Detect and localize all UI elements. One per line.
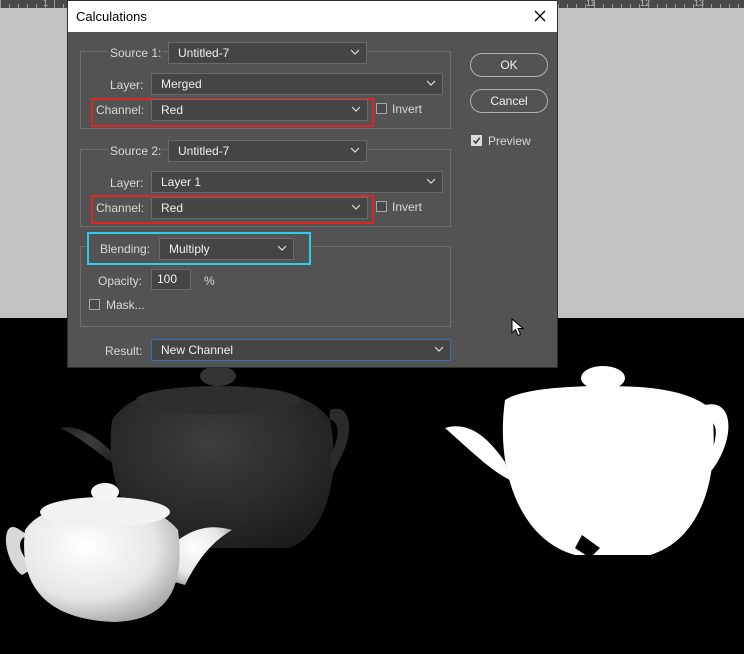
result-dropdown[interactable]: New Channel [151, 339, 451, 361]
preview-checkbox[interactable] [471, 135, 482, 146]
channel2-value: Red [161, 201, 184, 215]
layer1-label: Layer: [110, 78, 144, 92]
chevron-down-icon [351, 204, 361, 210]
invert1-checkbox[interactable] [376, 103, 387, 114]
channel2-label: Channel: [96, 201, 145, 215]
close-icon[interactable] [529, 5, 551, 27]
opacity-input[interactable]: 100 [151, 269, 191, 290]
channel1-value: Red [161, 103, 184, 117]
source1-value: Untitled-7 [178, 46, 230, 60]
white-silhouette [445, 366, 729, 558]
layer1-dropdown[interactable]: Merged [151, 73, 443, 95]
source1-dropdown[interactable]: Untitled-7 [168, 42, 367, 64]
mouse-cursor-icon [511, 318, 525, 337]
chevron-down-icon [351, 106, 361, 112]
channel1-dropdown[interactable]: Red [151, 99, 368, 121]
chevron-down-icon [277, 245, 287, 251]
calculations-dialog: Calculations Source 1: Untitled-7 Layer:… [67, 0, 558, 368]
opacity-unit: % [204, 274, 215, 288]
invert2-checkbox[interactable] [376, 201, 387, 212]
source2-label: Source 2: [108, 144, 164, 158]
layer1-value: Merged [161, 77, 202, 91]
layer2-dropdown[interactable]: Layer 1 [151, 171, 443, 193]
channel1-label: Channel: [96, 103, 145, 117]
invert2-label: Invert [392, 200, 423, 214]
cancel-button[interactable]: Cancel [470, 89, 548, 113]
blending-dropdown[interactable]: Multiply [159, 238, 294, 260]
chevron-down-icon [350, 147, 360, 153]
mask-label: Mask... [106, 298, 145, 312]
source2-dropdown[interactable]: Untitled-7 [168, 140, 367, 162]
chevron-down-icon [426, 80, 436, 86]
result-label: Result: [105, 344, 143, 358]
chevron-down-icon [350, 49, 360, 55]
preview-label: Preview [488, 134, 531, 148]
blending-label: Blending: [100, 242, 151, 256]
blending-value: Multiply [169, 242, 210, 256]
title-bar: Calculations [68, 1, 557, 32]
channel2-dropdown[interactable]: Red [151, 197, 368, 219]
source1-label: Source 1: [108, 46, 164, 60]
result-value: New Channel [161, 343, 234, 357]
mask-checkbox[interactable] [89, 299, 100, 310]
ok-button[interactable]: OK [470, 53, 548, 77]
chevron-down-icon [434, 346, 444, 352]
source2-value: Untitled-7 [178, 144, 230, 158]
dialog-title: Calculations [76, 9, 147, 24]
checkmark-icon [472, 137, 481, 145]
layer2-value: Layer 1 [161, 175, 202, 189]
layer2-label: Layer: [110, 176, 144, 190]
opacity-label: Opacity: [98, 274, 143, 288]
invert1-label: Invert [392, 102, 423, 116]
chevron-down-icon [426, 178, 436, 184]
